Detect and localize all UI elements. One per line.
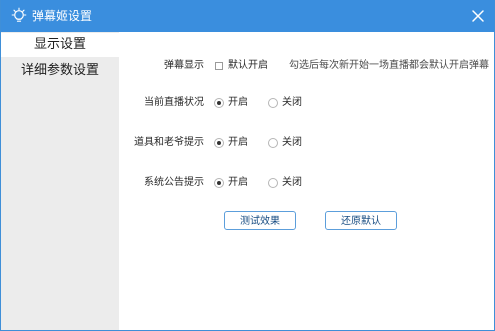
props-hint-off-radio[interactable] xyxy=(268,138,278,148)
live-status-on-label: 开启 xyxy=(228,97,248,108)
live-status-on-radio[interactable] xyxy=(214,98,224,108)
test-effect-button[interactable]: 测试效果 xyxy=(224,211,296,230)
settings-content: 弹幕显示 默认开启 勾选后每次新开始一场直播都会默认开启弹幕 当前直播状况 开启… xyxy=(119,32,494,330)
live-status-off-label: 关闭 xyxy=(282,97,302,108)
barrage-default-label: 默认开启 xyxy=(228,60,268,71)
close-icon xyxy=(472,10,484,22)
live-status-off-radio[interactable] xyxy=(268,98,278,108)
barrage-display-label: 弹幕显示 xyxy=(164,60,204,71)
sidebar-item-detailed-settings[interactable]: 详细参数设置 xyxy=(1,59,119,82)
sidebar: 显示设置 详细参数设置 xyxy=(1,32,119,330)
live-status-label: 当前直播状况 xyxy=(144,97,204,108)
sidebar-item-label: 显示设置 xyxy=(33,37,86,52)
system-notice-off-radio[interactable] xyxy=(268,178,278,188)
settings-window: 弹幕姬设置 显示设置 详细参数设置 弹幕显示 默认开启 勾选后每次新开始一场直播… xyxy=(0,0,495,331)
restore-default-button[interactable]: 还原默认 xyxy=(325,211,397,230)
close-button[interactable] xyxy=(468,6,488,26)
window-title: 弹幕姬设置 xyxy=(32,9,93,23)
sidebar-item-display-settings[interactable]: 显示设置 xyxy=(1,33,119,57)
lightbulb-icon xyxy=(10,7,28,25)
system-notice-off-label: 关闭 xyxy=(282,177,302,188)
props-hint-on-label: 开启 xyxy=(228,137,248,148)
system-notice-on-label: 开启 xyxy=(228,177,248,188)
props-hint-on-radio[interactable] xyxy=(214,138,224,148)
system-notice-label: 系统公告提示 xyxy=(144,177,204,188)
barrage-default-checkbox[interactable] xyxy=(215,62,223,70)
barrage-default-hint: 勾选后每次新开始一场直播都会默认开启弹幕 xyxy=(289,60,489,71)
props-hint-label: 道具和老爷提示 xyxy=(134,137,204,148)
props-hint-off-label: 关闭 xyxy=(282,137,302,148)
sidebar-item-label: 详细参数设置 xyxy=(20,63,99,78)
system-notice-on-radio[interactable] xyxy=(214,178,224,188)
titlebar: 弹幕姬设置 xyxy=(1,0,494,32)
